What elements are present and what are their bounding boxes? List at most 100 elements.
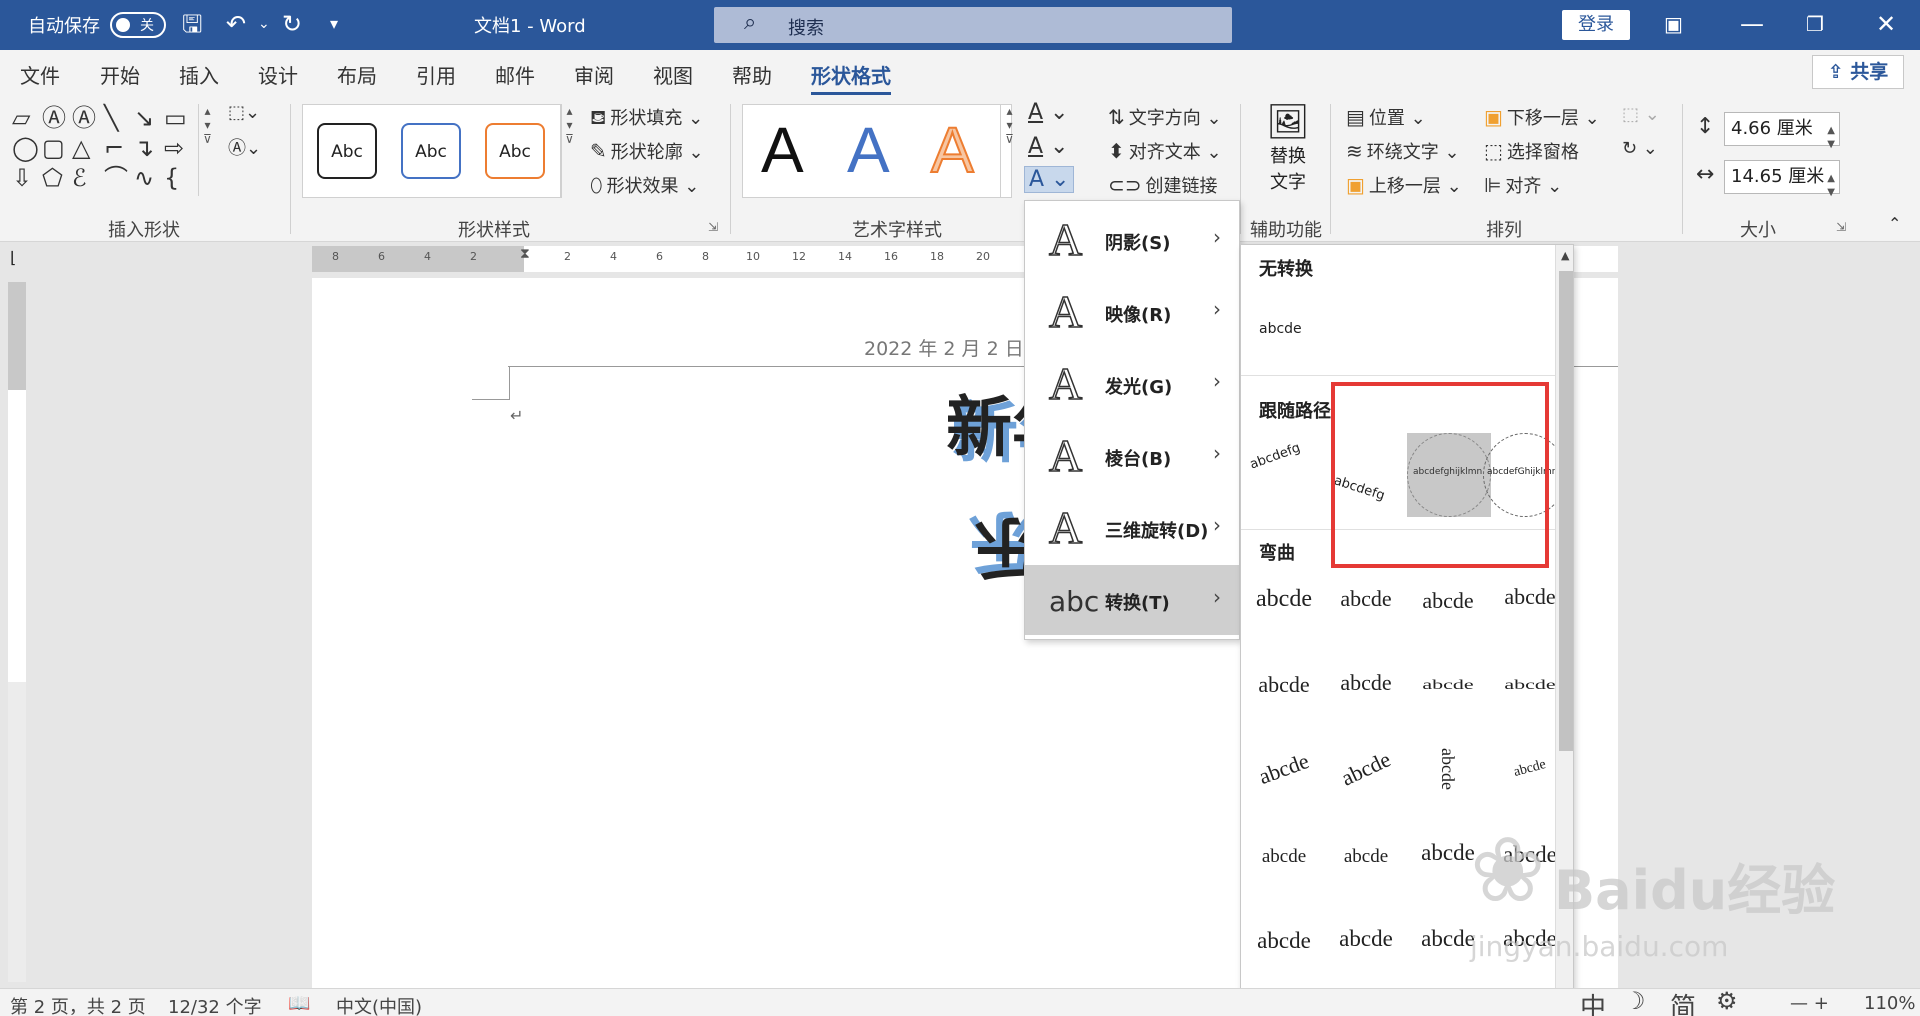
tab-file[interactable]: 文件	[20, 60, 60, 89]
language-status[interactable]: 中文(中国)	[336, 993, 422, 1016]
brace-icon[interactable]: {	[164, 164, 179, 192]
callout-shape-icon[interactable]: ▱	[12, 104, 30, 132]
ime-settings-icon[interactable]: ⚙	[1716, 987, 1738, 1015]
shape-width-input[interactable]: 14.65 厘米 ▲ ▼	[1724, 160, 1840, 198]
shape-styles-scroll[interactable]: ▴ ▾ ⊽	[560, 104, 578, 198]
warp-triangle-up[interactable]: abcde	[1327, 569, 1405, 629]
warp-wave-1[interactable]: abcde	[1245, 911, 1323, 971]
shape-styles-launcher-icon[interactable]: ⇲	[708, 220, 718, 234]
send-backward-button[interactable]: ▣ 下移一层 ⌄	[1484, 104, 1600, 130]
arc-icon[interactable]: ⌒	[104, 164, 128, 192]
ime-simplified-mode[interactable]: 简	[1670, 987, 1696, 1016]
no-transform-option[interactable]: abcde	[1259, 321, 1302, 337]
tab-review[interactable]: 审阅	[574, 60, 614, 89]
share-button[interactable]: ⇪ 共享	[1812, 55, 1904, 89]
textbox-shape-icon[interactable]: Ⓐ	[42, 104, 66, 132]
ribbon-display-icon[interactable]: ▣	[1664, 10, 1683, 38]
menu-item-3d-rotation[interactable]: A 三维旋转(D) ›	[1025, 493, 1239, 563]
tab-selector-icon[interactable]: ⌊	[10, 248, 16, 267]
menu-item-glow[interactable]: A 发光(G) ›	[1025, 349, 1239, 419]
menu-item-transform[interactable]: abc 转换(T) ›	[1025, 565, 1239, 635]
wordart-orange[interactable]: A	[930, 114, 975, 186]
group-objects-icon[interactable]: ⬚ ⌄	[1622, 104, 1660, 125]
undo-dropdown-icon[interactable]: ⌄	[258, 10, 270, 38]
spin-down-icon[interactable]: ▼	[1827, 177, 1835, 209]
minimize-icon[interactable]: —	[1740, 10, 1764, 38]
bring-forward-button[interactable]: ▣ 上移一层 ⌄	[1346, 172, 1462, 198]
wordart-scroll[interactable]: ▴ ▾ ⊽	[1000, 104, 1018, 198]
login-button[interactable]: 登录	[1562, 10, 1630, 40]
text-fill-icon[interactable]: A ⌄	[1028, 100, 1069, 125]
wordart-gallery[interactable]: A A A	[742, 104, 1012, 198]
shapes-gallery[interactable]: ▱ Ⓐ Ⓐ ╲ ↘ ▭ ◯ ▢ △ ⌐ ↴ ⇨ ⇩ ⬠ ℰ ⌒ ∿ {	[12, 104, 218, 196]
warp-curve-down[interactable]: abcde	[1327, 827, 1405, 887]
menu-item-bevel[interactable]: A 棱台(B) ›	[1025, 421, 1239, 491]
wordart-blue[interactable]: A	[847, 115, 890, 185]
shape-style-blue[interactable]: Abc	[401, 123, 461, 179]
tab-mailings[interactable]: 邮件	[495, 60, 535, 89]
spin-down-icon[interactable]: ▼	[1827, 129, 1835, 161]
triangle-shape-icon[interactable]: △	[72, 134, 90, 162]
tab-design[interactable]: 设计	[258, 60, 298, 89]
scrollbar-thumb[interactable]	[1559, 271, 1573, 751]
restore-icon[interactable]: ❐	[1806, 10, 1824, 38]
warp-curve-up[interactable]: abcde	[1245, 827, 1323, 887]
undo-icon[interactable]: ↶	[226, 10, 246, 38]
ime-chinese-mode[interactable]: 中	[1580, 987, 1606, 1016]
rectangle-shape-icon[interactable]: ▭	[164, 104, 187, 132]
tab-references[interactable]: 引用	[416, 60, 456, 89]
warp-ring-outside[interactable]: abcde	[1409, 667, 1487, 703]
rounded-rect-icon[interactable]: ▢	[42, 134, 65, 162]
shape-fill-button[interactable]: ⛾ 形状填充 ⌄	[590, 104, 703, 132]
flowchart-icon[interactable]: ⬠	[42, 164, 63, 192]
vertical-textbox-icon[interactable]: Ⓐ	[72, 104, 96, 132]
menu-item-shadow[interactable]: A 阴影(S) ›	[1025, 205, 1239, 275]
shape-effects-button[interactable]: ⬯ 形状效果 ⌄	[590, 172, 699, 198]
text-direction-button[interactable]: ⇅ 文字方向 ⌄	[1108, 104, 1222, 130]
word-count[interactable]: 12/32 个字	[168, 993, 262, 1016]
customize-qat-icon[interactable]: ▾	[330, 10, 338, 38]
warp-ring-inside[interactable]: abcde	[1327, 653, 1405, 713]
freeform-icon[interactable]: ℰ	[72, 164, 87, 192]
tab-shape-format[interactable]: 形状格式	[811, 60, 891, 95]
oval-shape-icon[interactable]: ◯	[12, 134, 39, 162]
shape-height-input[interactable]: 4.66 厘米 ▲ ▼	[1724, 112, 1840, 150]
scroll-up-icon[interactable]: ▲	[1561, 249, 1569, 262]
connector-icon[interactable]: ⌐	[104, 134, 124, 162]
create-link-button[interactable]: ⊂⊃ 创建链接	[1108, 172, 1218, 198]
save-icon[interactable]: 🖫	[182, 10, 202, 38]
path-arch-up-option[interactable]: abcdefg	[1248, 440, 1302, 472]
edit-shape-icon[interactable]: ⬚⌄	[228, 102, 260, 123]
warp-square[interactable]: abcde	[1245, 569, 1323, 629]
warp-chevron-down[interactable]: abcde	[1245, 655, 1323, 715]
shape-style-black[interactable]: Abc	[317, 123, 377, 179]
tab-insert[interactable]: 插入	[179, 60, 219, 89]
proofing-icon[interactable]: 📖	[288, 993, 310, 1014]
text-outline-icon[interactable]: A ⌄	[1028, 134, 1069, 159]
wrap-text-button[interactable]: ≋ 环绕文字 ⌄	[1346, 138, 1460, 164]
shape-styles-gallery[interactable]: Abc Abc Abc	[302, 104, 562, 198]
elbow-arrow-icon[interactable]: ↴	[134, 134, 154, 162]
align-button[interactable]: ⊫ 对齐 ⌄	[1484, 172, 1562, 198]
shape-outline-button[interactable]: ✎ 形状轮廓 ⌄	[590, 138, 704, 164]
arrow-line-icon[interactable]: ↘	[134, 104, 154, 132]
tab-home[interactable]: 开始	[100, 60, 140, 89]
align-text-button[interactable]: ⬍ 对齐文本 ⌄	[1108, 138, 1222, 164]
autosave-toggle[interactable]: 关	[110, 12, 166, 38]
page-count[interactable]: 第 2 页，共 2 页	[10, 993, 146, 1016]
warp-arch-up[interactable]: abcde	[1241, 727, 1331, 810]
zoom-slider-icon[interactable]: — +	[1790, 993, 1829, 1014]
curve-icon[interactable]: ∿	[134, 164, 154, 192]
shapes-gallery-scroll[interactable]: ▴ ▾ ⊽	[198, 104, 216, 196]
collapse-ribbon-icon[interactable]: ⌃	[1888, 214, 1901, 233]
search-box[interactable]: ⌕ 搜索	[714, 7, 1232, 43]
draw-textbox-icon[interactable]: Ⓐ⌄	[228, 134, 261, 160]
line-shape-icon[interactable]: ╲	[104, 104, 118, 132]
size-launcher-icon[interactable]: ⇲	[1836, 220, 1846, 234]
redo-icon[interactable]: ↻	[282, 10, 302, 38]
zoom-level[interactable]: 110%	[1864, 993, 1915, 1014]
wordart-black[interactable]: A	[761, 115, 804, 185]
position-button[interactable]: ▤ 位置 ⌄	[1346, 104, 1426, 130]
warp-wave-2[interactable]: abcde	[1327, 909, 1405, 969]
menu-item-reflection[interactable]: A 映像(R) ›	[1025, 277, 1239, 347]
